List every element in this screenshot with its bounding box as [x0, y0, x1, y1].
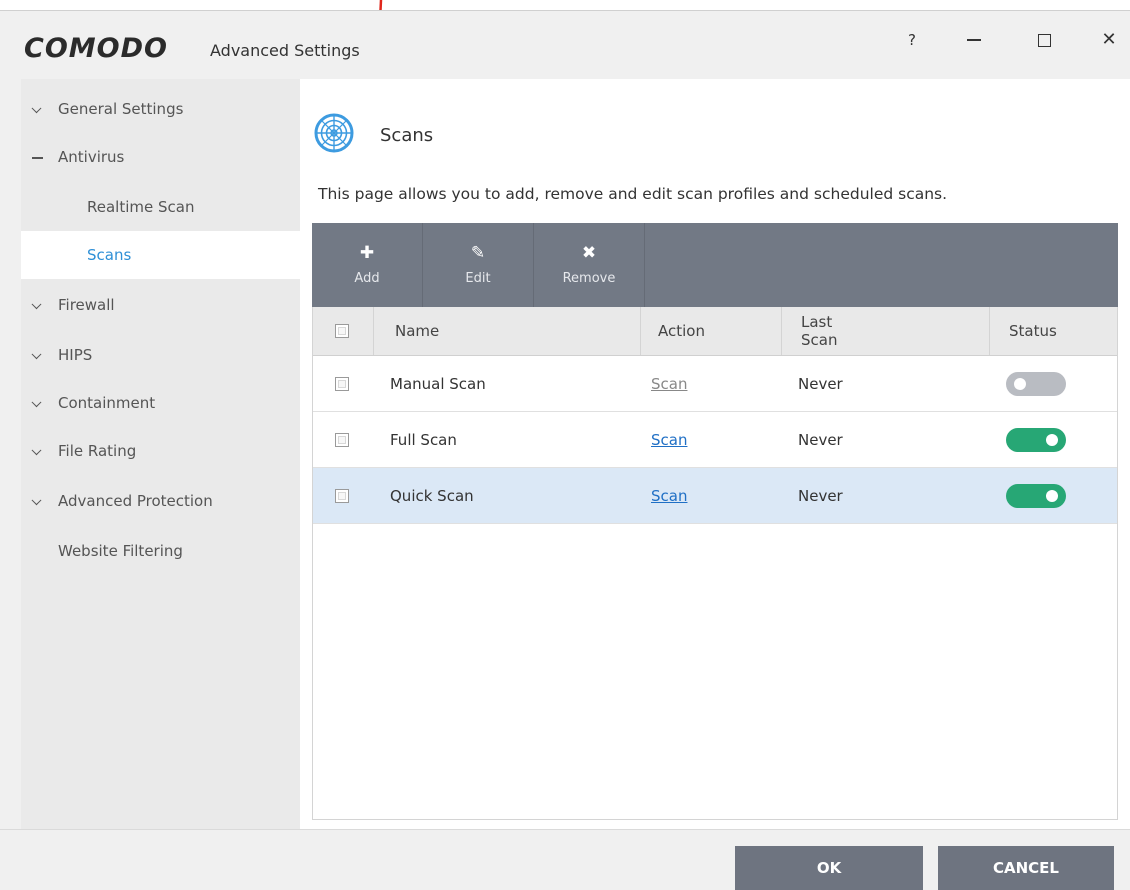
ok-button[interactable]: OK — [735, 846, 923, 890]
table-row[interactable]: Quick Scan Scan Never — [313, 468, 1117, 524]
scan-name: Manual Scan — [390, 374, 486, 393]
sidebar-item-realtime-scan[interactable]: Realtime Scan — [21, 183, 300, 231]
column-divider — [989, 307, 990, 355]
status-toggle[interactable] — [1006, 483, 1066, 508]
advanced-settings-window: COMODO Advanced Settings ? ✕ General Set… — [0, 10, 1130, 890]
chevron-down-icon — [31, 445, 42, 456]
sidebar-item-label: Advanced Protection — [58, 492, 213, 510]
page-title: Scans — [380, 125, 434, 146]
select-all-checkbox[interactable] — [335, 324, 349, 338]
cancel-button[interactable]: CANCEL — [938, 846, 1114, 890]
column-divider — [373, 307, 374, 355]
chevron-down-icon — [31, 397, 42, 408]
table-header: Name Action Last Scan Status — [313, 307, 1117, 356]
title-bar: COMODO Advanced Settings ? ✕ — [0, 11, 1130, 77]
table-row[interactable]: Full Scan Scan Never — [313, 412, 1117, 468]
scans-table: Name Action Last Scan Status Manual Scan… — [312, 307, 1118, 820]
toggle-knob — [1014, 377, 1026, 390]
add-label: Add — [354, 271, 380, 286]
maximize-button[interactable] — [1024, 25, 1064, 55]
toggle-knob — [1046, 433, 1058, 446]
remove-button[interactable]: ✖ Remove — [534, 223, 645, 307]
last-scan-value: Never — [798, 486, 843, 505]
sidebar-item-label: Antivirus — [58, 148, 125, 166]
chevron-down-icon — [31, 349, 42, 360]
sidebar-item-scans[interactable]: Scans — [21, 231, 300, 279]
scan-action-link[interactable]: Scan — [651, 487, 687, 505]
chevron-down-icon — [31, 103, 42, 114]
sidebar-item-label: Realtime Scan — [87, 198, 195, 216]
sidebar-item-website-filtering[interactable]: Website Filtering — [21, 527, 300, 575]
chevron-down-icon — [31, 299, 42, 310]
sidebar-item-label: Containment — [58, 394, 156, 412]
page-description: This page allows you to add, remove and … — [318, 185, 948, 203]
column-divider — [640, 307, 641, 355]
add-button[interactable]: ✚ Add — [312, 223, 423, 307]
window-title: Advanced Settings — [210, 41, 360, 60]
x-icon: ✖ — [581, 243, 597, 263]
sidebar-item-label: General Settings — [58, 100, 184, 118]
sidebar-item-label: Website Filtering — [58, 542, 183, 560]
minimize-button[interactable] — [954, 25, 994, 55]
collapse-minus-icon — [32, 157, 43, 159]
row-checkbox[interactable] — [335, 376, 349, 391]
status-toggle[interactable] — [1006, 427, 1066, 452]
plus-icon: ✚ — [359, 243, 375, 263]
scan-toolbar: ✚ Add ✎ Edit ✖ Remove — [312, 223, 1118, 307]
status-toggle[interactable] — [1006, 371, 1066, 396]
help-button[interactable]: ? — [892, 25, 932, 55]
row-checkbox[interactable] — [335, 488, 349, 503]
edit-label: Edit — [465, 271, 491, 286]
sidebar-item-hips[interactable]: HIPS — [21, 331, 300, 379]
sidebar-item-label: File Rating — [58, 442, 137, 460]
table-row[interactable]: Manual Scan Scan Never — [313, 356, 1117, 412]
scan-action-link[interactable]: Scan — [651, 431, 687, 449]
edit-button[interactable]: ✎ Edit — [423, 223, 534, 307]
close-button[interactable]: ✕ — [1089, 25, 1129, 55]
maximize-icon — [1037, 33, 1051, 47]
comodo-logo: COMODO — [24, 33, 168, 64]
sidebar-item-label: Scans — [87, 246, 132, 264]
sidebar-item-file-rating[interactable]: File Rating — [21, 427, 300, 475]
radar-scan-icon — [314, 113, 354, 153]
main-content: Scans This page allows you to add, remov… — [300, 79, 1130, 829]
last-scan-value: Never — [798, 374, 843, 393]
row-checkbox[interactable] — [335, 432, 349, 447]
remove-label: Remove — [562, 271, 616, 286]
settings-sidebar: General Settings Antivirus Realtime Scan… — [21, 79, 300, 829]
toggle-knob — [1046, 489, 1058, 502]
dialog-footer: OK CANCEL — [0, 829, 1130, 890]
sidebar-item-antivirus[interactable]: Antivirus — [21, 133, 300, 181]
column-divider — [781, 307, 782, 355]
scan-name: Full Scan — [390, 430, 457, 449]
sidebar-item-label: HIPS — [58, 346, 93, 364]
sidebar-item-firewall[interactable]: Firewall — [21, 281, 300, 329]
scan-name: Quick Scan — [390, 486, 474, 505]
sidebar-item-advanced-protection[interactable]: Advanced Protection — [21, 477, 300, 525]
last-scan-value: Never — [798, 430, 843, 449]
scan-action-link[interactable]: Scan — [651, 375, 687, 393]
sidebar-item-containment[interactable]: Containment — [21, 379, 300, 427]
sidebar-item-label: Firewall — [58, 296, 115, 314]
minimize-icon — [967, 39, 981, 41]
pencil-icon: ✎ — [470, 243, 486, 263]
sidebar-item-general-settings[interactable]: General Settings — [21, 85, 300, 133]
chevron-down-icon — [31, 495, 42, 506]
